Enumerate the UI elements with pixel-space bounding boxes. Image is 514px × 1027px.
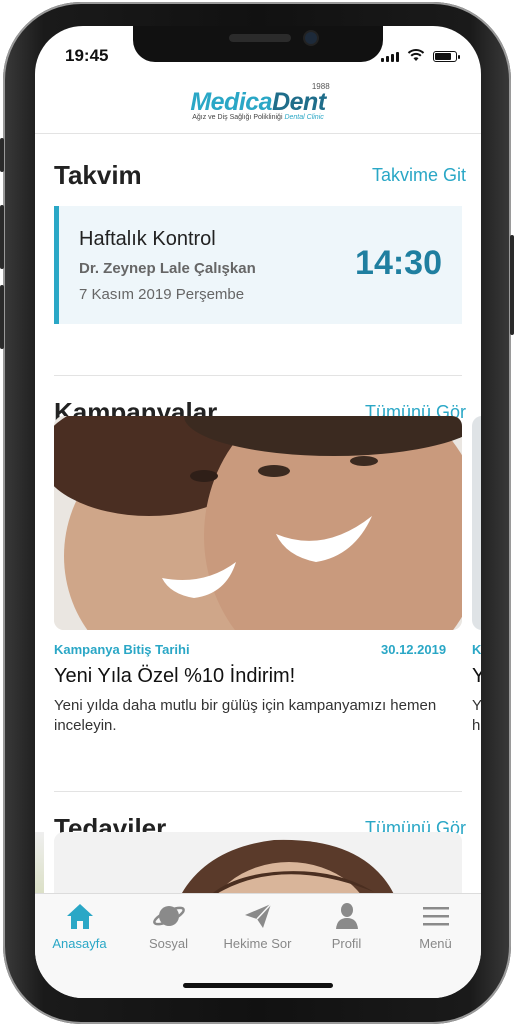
calendar-title: Takvim xyxy=(54,160,142,190)
next-campaign-description: Y h xyxy=(472,696,481,736)
tab-social[interactable]: Sosyal xyxy=(124,900,213,951)
home-icon xyxy=(66,904,93,929)
appointment-doctor: Dr. Zeynep Lale Çalışkan xyxy=(79,260,256,277)
section-divider xyxy=(54,375,462,376)
appointment-date: 7 Kasım 2019 Perşembe xyxy=(79,286,245,303)
next-campaign-card[interactable] xyxy=(472,416,481,630)
tab-profile[interactable]: Profil xyxy=(302,900,391,951)
campaign-image[interactable] xyxy=(54,416,462,630)
app-logo: MedicaDent 1988 Ağız ve Diş Sağlığı Poli… xyxy=(35,82,481,121)
campaign-title[interactable]: Yeni Yıla Özel %10 İndirim! xyxy=(54,665,295,688)
logo-dent: Dent xyxy=(272,88,326,116)
smiling-couple-image xyxy=(54,416,462,630)
phone-screen: 19:45 MedicaDent 1988 Ağız ve Diş Sağlığ… xyxy=(35,26,481,998)
planet-icon xyxy=(152,906,185,926)
section-divider xyxy=(54,791,462,792)
paper-plane-icon xyxy=(244,903,272,928)
mute-switch xyxy=(0,138,4,172)
appointment-time: 14:30 xyxy=(355,244,442,282)
signal-icon xyxy=(381,52,399,62)
status-time: 19:45 xyxy=(65,46,109,65)
tab-home-label: Anasayfa xyxy=(52,936,107,951)
menu-icon xyxy=(422,907,449,926)
power-button xyxy=(510,235,514,335)
logo-medica: Medica xyxy=(190,88,273,116)
logo-year: 1988 xyxy=(311,82,330,91)
tab-home[interactable]: Anasayfa xyxy=(35,900,124,951)
tab-profile-label: Profil xyxy=(331,936,362,951)
user-icon xyxy=(335,903,358,929)
next-campaign-desc-line2: h xyxy=(472,717,481,734)
tab-menu-label: Menü xyxy=(419,936,452,951)
next-campaign-desc-line1: Y xyxy=(472,697,481,714)
appointment-title: Haftalık Kontrol xyxy=(79,228,216,250)
home-scroll[interactable]: Takvim Takvime Git Haftalık Kontrol Dr. … xyxy=(35,134,481,922)
battery-icon xyxy=(433,51,460,62)
front-camera xyxy=(305,32,317,44)
notch xyxy=(133,26,383,62)
go-to-calendar-link[interactable]: Takvime Git xyxy=(372,165,466,186)
bottom-tab-bar: Anasayfa Sosyal Hekime Sor Profil Menü xyxy=(35,893,481,998)
earpiece-speaker xyxy=(229,34,291,42)
campaign-description: Yeni yılda daha mutlu bir gülüş için kam… xyxy=(54,697,437,734)
status-icons xyxy=(381,48,460,62)
tab-social-label: Sosyal xyxy=(148,936,189,951)
appointment-card[interactable]: Haftalık Kontrol Dr. Zeynep Lale Çalışka… xyxy=(54,206,462,324)
next-campaign-label: K xyxy=(472,642,481,657)
tab-ask-doctor[interactable]: Hekime Sor xyxy=(213,900,302,951)
tab-ask-doctor-label: Hekime Sor xyxy=(223,936,292,951)
campaign-end-date: 30.12.2019 xyxy=(381,642,447,657)
tab-menu[interactable]: Menü xyxy=(391,900,480,951)
campaign-end-label: Kampanya Bitiş Tarihi xyxy=(54,642,190,657)
home-indicator[interactable] xyxy=(183,983,333,988)
volume-down-button xyxy=(0,285,4,349)
volume-up-button xyxy=(0,205,4,269)
next-campaign-title: Y xyxy=(472,665,481,687)
wifi-icon xyxy=(407,49,425,61)
